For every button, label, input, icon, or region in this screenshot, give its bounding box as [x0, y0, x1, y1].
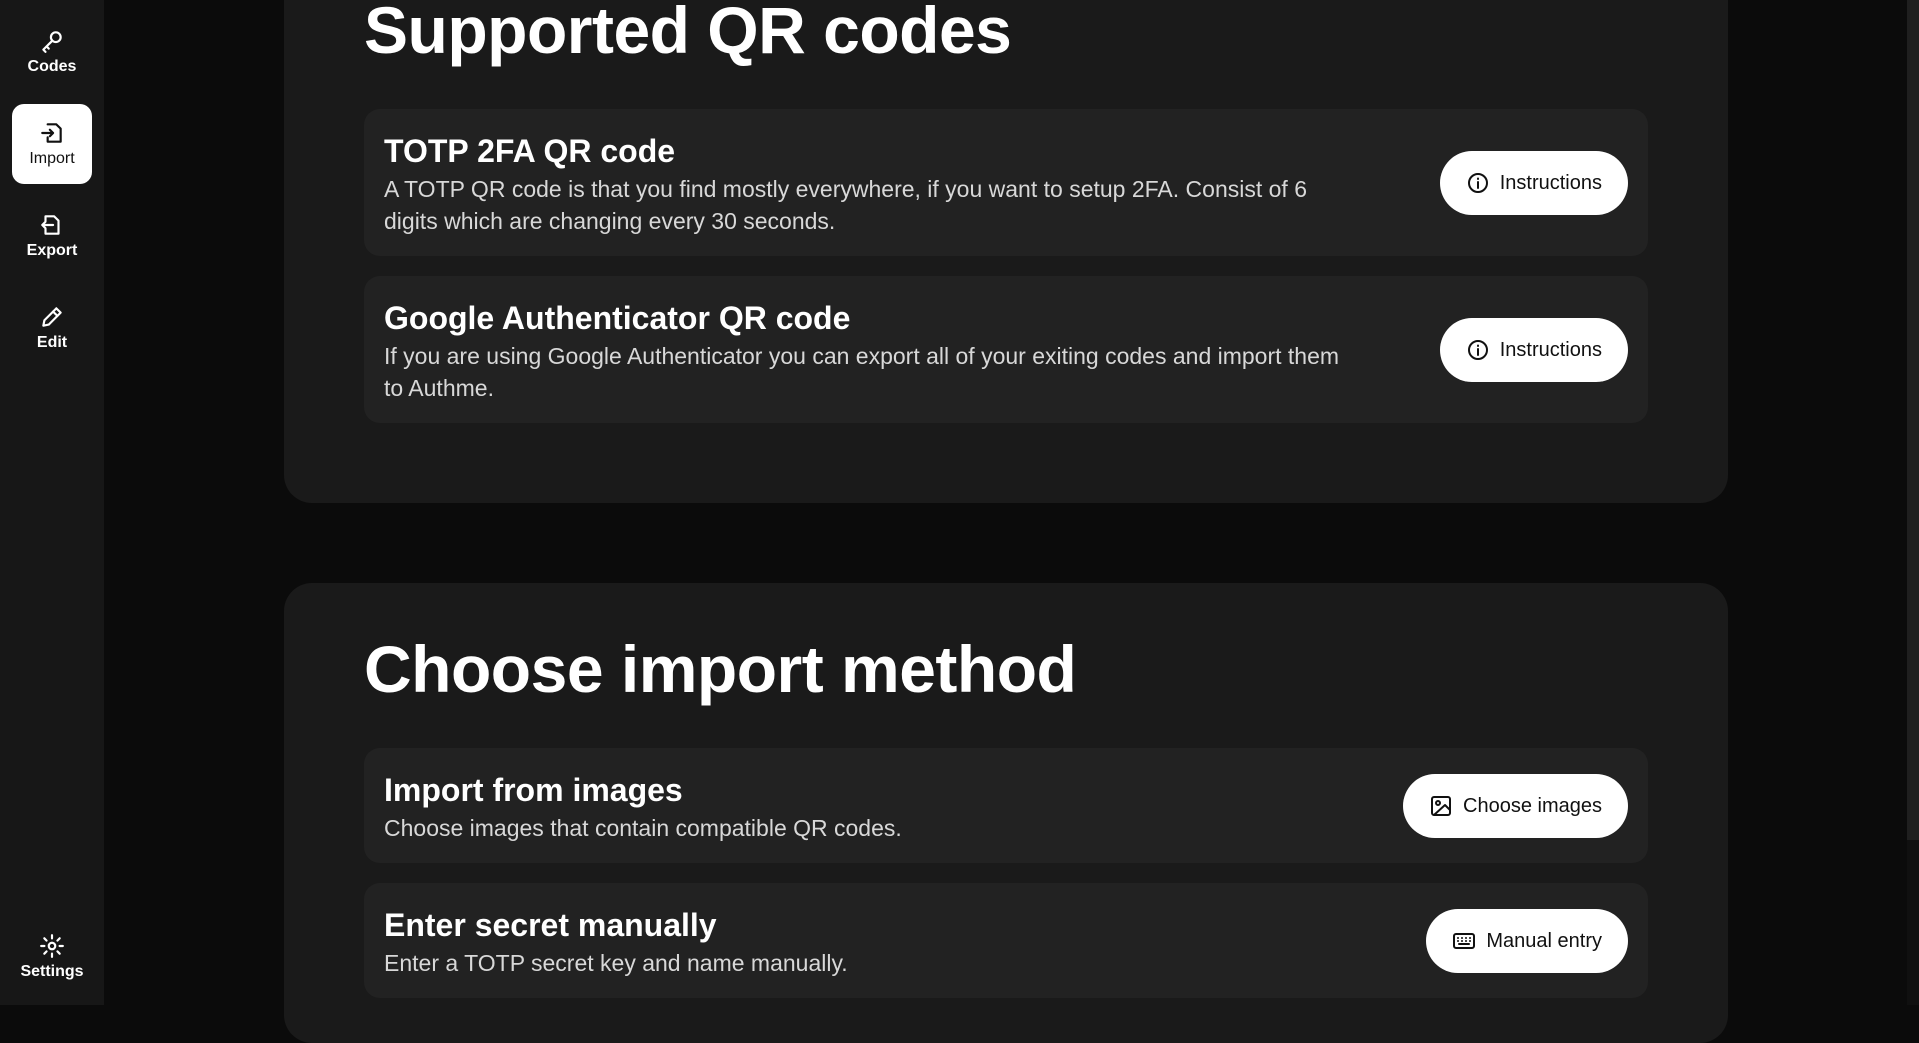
sidebar-item-codes[interactable]: Codes — [12, 12, 92, 92]
list-item: TOTP 2FA QR code A TOTP QR code is that … — [364, 109, 1648, 256]
manual-entry-button[interactable]: Manual entry — [1426, 909, 1628, 973]
item-description: Choose images that contain compatible QR… — [384, 815, 902, 841]
item-title: Enter secret manually — [384, 907, 717, 943]
item-description: Enter a TOTP secret key and name manuall… — [384, 950, 848, 976]
sidebar-item-export[interactable]: Export — [12, 196, 92, 276]
item-title: Google Authenticator QR code — [384, 300, 851, 336]
sidebar-item-import[interactable]: Import — [12, 104, 92, 184]
info-icon — [1467, 340, 1488, 360]
supported-qr-codes-card: Supported QR codes TOTP 2FA QR code A TO… — [284, 0, 1728, 503]
sidebar-item-settings[interactable]: Settings — [12, 917, 92, 997]
instructions-button[interactable]: Instructions — [1439, 151, 1628, 215]
item-description: A TOTP QR code is that you find mostly e… — [384, 176, 1307, 234]
info-icon — [1467, 173, 1488, 193]
import-icon — [41, 123, 62, 143]
button-label: Choose images — [1463, 794, 1602, 817]
key-icon — [42, 31, 62, 53]
gear-icon — [40, 934, 64, 958]
button-label: Instructions — [1499, 171, 1602, 194]
sidebar-item-label: Export — [26, 242, 78, 259]
sidebar-item-edit[interactable]: Edit — [12, 288, 92, 368]
sidebar-item-label: Settings — [20, 963, 84, 980]
edit-icon — [42, 307, 62, 327]
list-item: Import from images Choose images that co… — [364, 748, 1648, 863]
button-label: Instructions — [1499, 338, 1602, 361]
list-item: Enter secret manually Enter a TOTP secre… — [364, 883, 1648, 998]
keyboard-icon — [1453, 933, 1476, 949]
section-title: Supported QR codes — [364, 0, 1012, 67]
section-title: Choose import method — [364, 632, 1077, 706]
item-title: Import from images — [384, 772, 683, 808]
instructions-button[interactable]: Instructions — [1439, 318, 1628, 382]
export-icon — [41, 215, 60, 235]
import-method-card: Choose import method Import from images … — [284, 583, 1728, 1043]
list-item: Google Authenticator QR code If you are … — [364, 276, 1648, 423]
sidebar-item-label: Import — [29, 150, 75, 167]
scrollbar-track[interactable] — [1907, 0, 1919, 1005]
image-icon — [1431, 796, 1452, 816]
sidebar: Codes Import Export Edit Settings — [0, 0, 104, 1005]
item-title: TOTP 2FA QR code — [384, 133, 676, 169]
choose-images-button[interactable]: Choose images — [1403, 774, 1628, 838]
sidebar-item-label: Codes — [27, 58, 77, 75]
scrollbar-thumb[interactable] — [1907, 0, 1919, 840]
sidebar-item-label: Edit — [36, 334, 68, 351]
item-description: If you are using Google Authenticator yo… — [384, 343, 1340, 401]
button-label: Manual entry — [1486, 929, 1602, 952]
